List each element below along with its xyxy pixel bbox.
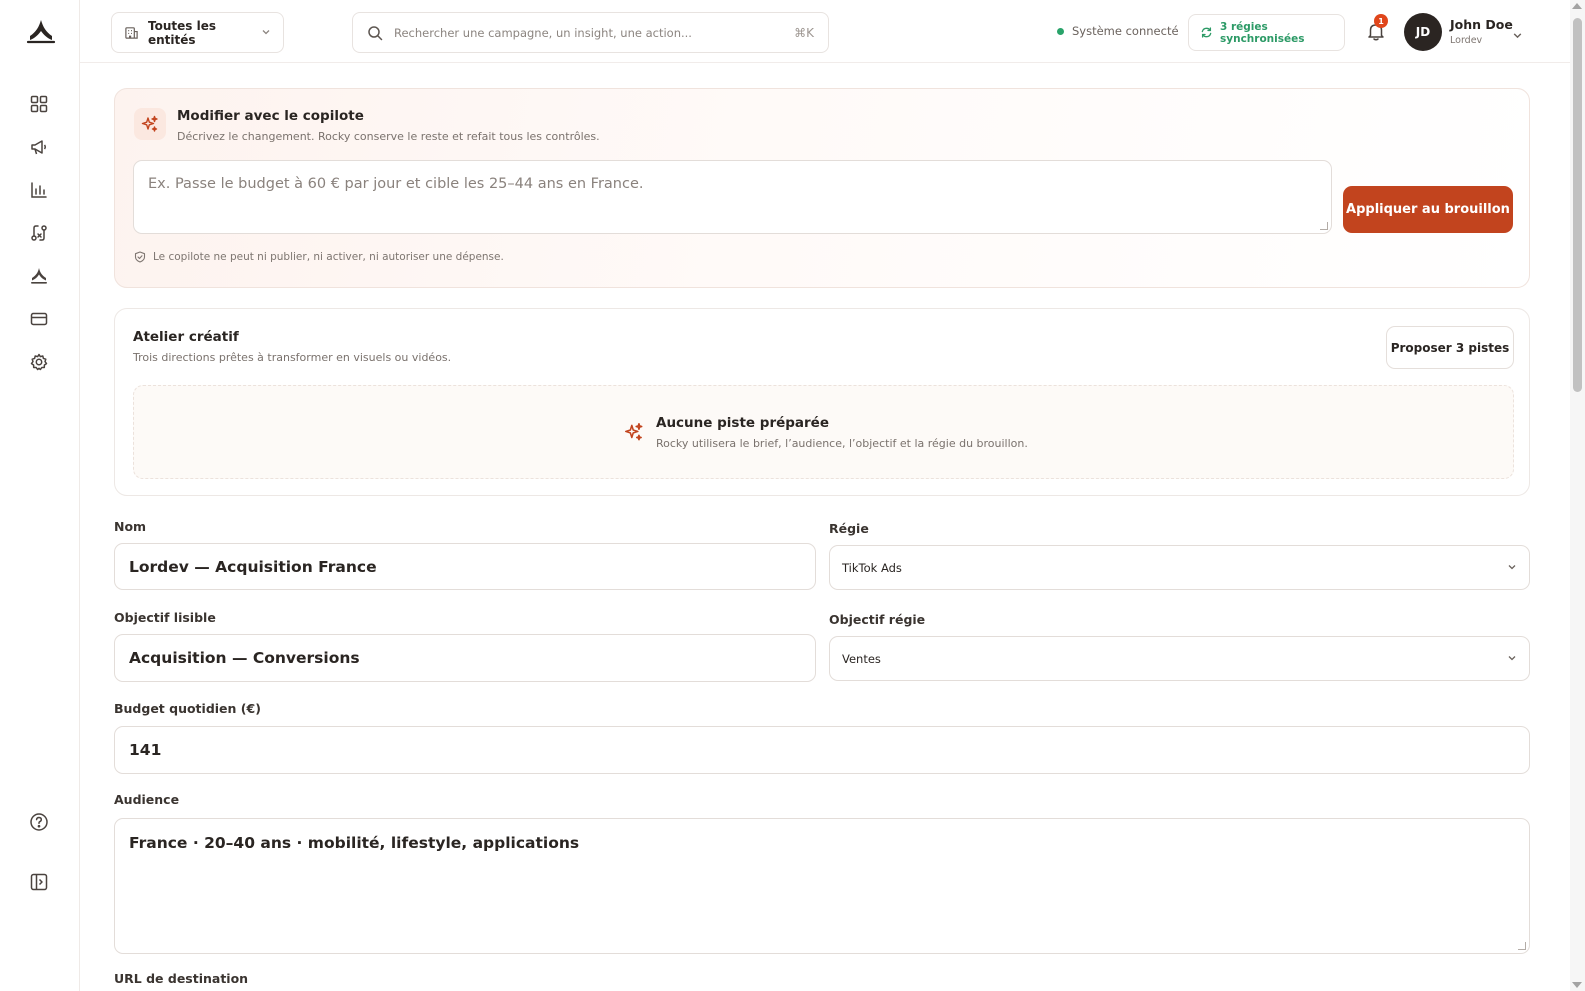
empty-ideas-subtitle: Rocky utilisera le brief, l’audience, l’… [656,437,1028,450]
copilot-subtitle: Décrivez le changement. Rocky conserve l… [177,130,600,143]
building-icon [124,25,139,40]
platform-label: Régie [829,521,869,536]
daily-budget-value: 141 [129,741,162,759]
help-icon[interactable] [27,810,51,834]
system-status-label: Système connecté [1072,24,1179,38]
system-status: Système connecté [1057,24,1179,38]
copilot-prompt-input[interactable]: Ex. Passe le budget à 60 € par jour et c… [133,160,1332,234]
user-name: John Doe [1450,17,1513,32]
user-menu-chevron-icon[interactable] [1512,26,1523,45]
search-placeholder: Rechercher une campagne, un insight, une… [394,25,692,40]
search-input[interactable]: Rechercher une campagne, un insight, une… [352,12,829,53]
empty-ideas-state: Aucune piste préparée Rocky utilisera le… [133,385,1514,479]
entity-selector-label: Toutes les entités [148,18,216,47]
propose-ideas-button[interactable]: Proposer 3 pistes [1386,326,1514,369]
user-org: Lordev [1450,35,1483,46]
resize-handle-icon[interactable] [1518,942,1526,950]
chevron-down-icon [1507,652,1517,666]
status-dot [1057,27,1064,35]
notification-count-badge: 1 [1374,14,1388,28]
platform-objective-label: Objectif régie [829,612,926,627]
sync-status-badge[interactable]: 3 régies synchronisées [1188,14,1345,51]
avatar[interactable]: JD [1404,13,1442,51]
resize-handle-icon[interactable] [1320,222,1328,230]
name-field[interactable]: Lordev — Acquisition France [114,543,816,590]
scrollbar-thumb[interactable] [1573,18,1582,392]
platform-select[interactable]: TikTok Ads [829,545,1530,590]
collapse-sidebar-icon[interactable] [27,870,51,894]
copilot-prompt-placeholder: Ex. Passe le budget à 60 € par jour et c… [148,176,644,192]
brand-icon[interactable] [27,264,51,288]
sparkles-icon [134,108,166,140]
name-field-value: Lordev — Acquisition France [129,557,377,576]
entity-selector[interactable]: Toutes les entités [111,12,284,53]
copilot-title: Modifier avec le copilote [177,108,364,124]
apply-to-draft-button[interactable]: Appliquer au brouillon [1343,186,1513,233]
objective-field-value: Acquisition — Conversions [129,649,360,667]
card-icon[interactable] [27,307,51,331]
audience-textarea[interactable]: France · 20–40 ans · mobilité, lifestyle… [114,818,1530,954]
objective-field[interactable]: Acquisition — Conversions [114,634,816,682]
daily-budget-field[interactable]: 141 [114,726,1530,774]
megaphone-icon[interactable] [27,135,51,159]
platform-objective-select-value: Ventes [842,651,881,666]
copilot-card: Modifier avec le copilote Décrivez le ch… [114,88,1530,288]
copilot-note-text: Le copilote ne peut ni publier, ni activ… [153,251,504,263]
rules-icon[interactable] [27,221,51,245]
sync-status-label: 3 régies synchronisées [1220,20,1305,45]
chevron-down-icon [1507,561,1517,575]
search-shortcut: ⌘K [794,25,814,40]
creative-workshop-card: Atelier créatif Trois directions prêtes … [114,308,1530,496]
name-label: Nom [114,519,147,534]
copilot-note: Le copilote ne peut ni publier, ni activ… [134,251,504,263]
platform-objective-select[interactable]: Ventes [829,636,1530,681]
creative-workshop-title: Atelier créatif [133,329,239,345]
platform-select-value: TikTok Ads [842,560,902,575]
brand-logo[interactable] [25,17,57,47]
sidebar [0,0,80,991]
scroll-down-arrow-icon[interactable] [1572,982,1582,988]
top-bar: Toutes les entités Rechercher une campag… [80,0,1585,63]
dashboard-icon[interactable] [27,92,51,116]
search-icon [367,25,383,41]
audience-value: France · 20–40 ans · mobilité, lifestyle… [129,834,580,852]
sync-icon [1200,26,1213,39]
gear-icon[interactable] [27,350,51,374]
bar-chart-icon[interactable] [27,178,51,202]
objective-label: Objectif lisible [114,610,216,625]
sparkles-icon [623,421,645,447]
shield-check-icon [134,251,146,263]
chevron-down-icon [261,26,271,40]
empty-ideas-title: Aucune piste préparée [656,415,829,431]
creative-workshop-subtitle: Trois directions prêtes à transformer en… [133,351,452,364]
audience-label: Audience [114,792,180,807]
page-scrollbar[interactable] [1570,0,1585,991]
destination-url-label: URL de destination [114,971,249,986]
budget-label: Budget quotidien (€) [114,701,261,716]
scroll-up-arrow-icon[interactable] [1572,3,1582,9]
